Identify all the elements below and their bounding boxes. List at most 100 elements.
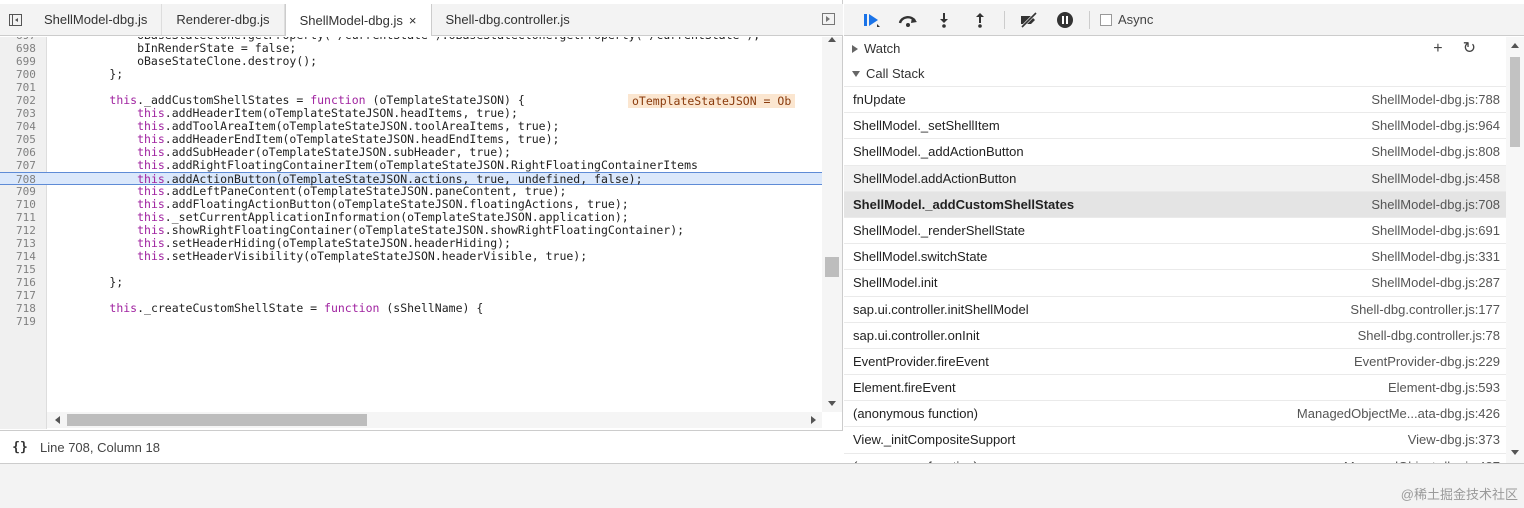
line-number[interactable]: 700: [16, 68, 36, 81]
frame-source-location[interactable]: ShellModel-dbg.js:808: [1371, 139, 1500, 165]
scroll-down-icon[interactable]: [1511, 450, 1519, 455]
sources-editor-panel: ShellModel-dbg.js Renderer-dbg.js ShellM…: [0, 0, 843, 463]
line-number[interactable]: 713: [16, 237, 36, 250]
code-line[interactable]: 716 };: [0, 276, 822, 290]
async-checkbox[interactable]: Async: [1100, 12, 1153, 27]
step-into-button[interactable]: [926, 8, 962, 32]
code-line[interactable]: 700 };: [0, 68, 822, 82]
tab-shellmodel-dbg-1[interactable]: ShellModel-dbg.js: [30, 4, 163, 35]
refresh-icon[interactable]: ↻: [1463, 37, 1476, 61]
frame-source-location[interactable]: ShellModel-dbg.js:964: [1371, 113, 1500, 139]
call-stack-section-header[interactable]: Call Stack: [844, 62, 1506, 86]
line-number[interactable]: 704: [16, 120, 36, 133]
call-stack-frame[interactable]: (anonymous function) ManagedObject-dbg.js…: [844, 452, 1506, 463]
frame-source-location[interactable]: View-dbg.js:373: [1408, 427, 1500, 453]
code-line[interactable]: 699 oBaseStateClone.destroy();: [0, 55, 822, 69]
line-number[interactable]: 705: [16, 133, 36, 146]
line-number[interactable]: 712: [16, 224, 36, 237]
frame-source-location[interactable]: ManagedObject-dbg.js:487: [1344, 454, 1500, 463]
frame-function-name: EventProvider.fireEvent: [853, 353, 989, 369]
call-stack-frame[interactable]: ShellModel.switchState ShellModel-dbg.js:…: [844, 243, 1506, 269]
line-number[interactable]: 716: [16, 276, 36, 289]
call-stack-frame[interactable]: (anonymous function) ManagedObjectMe...at…: [844, 400, 1506, 426]
scroll-up-icon[interactable]: [1511, 43, 1519, 48]
code-vertical-scrollbar[interactable]: [822, 37, 842, 412]
call-stack-frame[interactable]: EventProvider.fireEvent EventProvider-dbg…: [844, 347, 1506, 375]
call-stack-frame[interactable]: View._initCompositeSupport View-dbg.js:37…: [844, 426, 1506, 452]
line-number[interactable]: 718: [16, 302, 36, 315]
line-number[interactable]: 717: [16, 289, 36, 302]
code-editor[interactable]: 697 oBaseStateClone.getProperty("/curren…: [0, 37, 843, 429]
frame-function-name: ShellModel.init: [853, 275, 938, 291]
call-stack-frame[interactable]: sap.ui.controller.onInit Shell-dbg.contro…: [844, 321, 1506, 349]
resume-button[interactable]: [854, 8, 890, 32]
code-line[interactable]: 707 this.addRightFloatingContainerItem(o…: [0, 158, 822, 173]
scroll-left-icon[interactable]: [55, 416, 60, 424]
close-tab-icon[interactable]: ×: [409, 13, 417, 28]
frame-source-location[interactable]: Shell-dbg.controller.js:78: [1358, 323, 1500, 349]
line-number[interactable]: 715: [16, 263, 36, 276]
code-text: this.setHeaderVisibility(oTemplateStateJ…: [54, 250, 587, 263]
frame-source-location[interactable]: ShellModel-dbg.js:458: [1371, 166, 1500, 192]
pretty-print-button[interactable]: {}: [0, 440, 40, 455]
scroll-up-icon[interactable]: [828, 37, 836, 42]
step-over-button[interactable]: [890, 8, 926, 32]
call-stack-frame[interactable]: ShellModel._renderShellState ShellModel-d…: [844, 216, 1506, 244]
line-number[interactable]: 701: [16, 81, 36, 94]
step-out-button[interactable]: [962, 8, 998, 32]
scroll-down-icon[interactable]: [828, 401, 836, 406]
pause-on-exceptions-button[interactable]: [1047, 8, 1083, 32]
line-number[interactable]: 711: [16, 211, 36, 224]
sidebar-vertical-scrollbar[interactable]: [1506, 37, 1524, 463]
deactivate-breakpoints-button[interactable]: [1011, 8, 1047, 32]
watch-section-header[interactable]: Watch + ↻: [844, 37, 1506, 61]
line-number[interactable]: 706: [16, 146, 36, 159]
line-number[interactable]: 719: [16, 315, 36, 328]
tab-shell-dbg-controller[interactable]: Shell-dbg.controller.js: [432, 4, 584, 35]
add-watch-icon[interactable]: +: [1433, 37, 1442, 61]
code-line[interactable]: 715: [0, 263, 822, 276]
call-stack-frame[interactable]: ShellModel._addActionButton ShellModel-db…: [844, 138, 1506, 164]
line-number[interactable]: 710: [16, 198, 36, 211]
call-stack-frame[interactable]: sap.ui.controller.initShellModel Shell-db…: [844, 295, 1506, 323]
line-number[interactable]: 703: [16, 107, 36, 120]
line-number[interactable]: 699: [16, 55, 36, 68]
debugger-toggle-icon[interactable]: [822, 13, 835, 25]
call-stack-frame[interactable]: Element.fireEvent Element-dbg.js:593: [844, 374, 1506, 400]
frame-source-location[interactable]: ShellModel-dbg.js:691: [1371, 218, 1500, 244]
frame-source-location[interactable]: ShellModel-dbg.js:287: [1371, 270, 1500, 296]
frame-source-location[interactable]: Element-dbg.js:593: [1388, 375, 1500, 401]
frame-source-location[interactable]: ShellModel-dbg.js:331: [1371, 244, 1500, 270]
call-stack-frame[interactable]: ShellModel.addActionButton ShellModel-dbg…: [844, 164, 1506, 192]
async-checkbox-box[interactable]: [1100, 13, 1112, 26]
line-number[interactable]: 714: [16, 250, 36, 263]
frame-source-location[interactable]: ShellModel-dbg.js:708: [1371, 192, 1500, 218]
frame-source-location[interactable]: Shell-dbg.controller.js:177: [1350, 297, 1500, 323]
line-number[interactable]: 698: [16, 42, 36, 55]
scroll-thumb[interactable]: [1510, 57, 1520, 147]
scroll-right-icon[interactable]: [811, 416, 816, 424]
frame-source-location[interactable]: ManagedObjectMe...ata-dbg.js:426: [1297, 401, 1500, 427]
line-number[interactable]: 709: [16, 185, 36, 198]
code-horizontal-scrollbar[interactable]: [47, 412, 822, 428]
call-stack-frame[interactable]: ShellModel._setShellItem ShellModel-dbg.j…: [844, 112, 1506, 138]
frame-source-location[interactable]: ShellModel-dbg.js:788: [1371, 87, 1500, 113]
frame-source-location[interactable]: EventProvider-dbg.js:229: [1354, 349, 1500, 375]
tab-renderer-dbg[interactable]: Renderer-dbg.js: [162, 4, 285, 35]
code-line[interactable]: 714 this.setHeaderVisibility(oTemplateSt…: [0, 250, 822, 264]
line-number[interactable]: 707: [16, 159, 36, 172]
navigator-toggle-button[interactable]: [0, 4, 30, 35]
tab-shellmodel-dbg-active[interactable]: ShellModel-dbg.js ×: [284, 4, 432, 36]
call-stack-frame[interactable]: ShellModel.init ShellModel-dbg.js:287: [844, 269, 1506, 295]
keyword-token: function: [324, 301, 380, 315]
code-line[interactable]: 719: [0, 315, 822, 328]
call-stack-frame[interactable]: ShellModel._addCustomShellStates ShellMod…: [844, 190, 1506, 218]
scroll-thumb[interactable]: [825, 257, 839, 277]
call-stack-frame[interactable]: fnUpdate ShellModel-dbg.js:788: [844, 86, 1506, 112]
scroll-thumb[interactable]: [67, 414, 367, 426]
line-number[interactable]: 702: [16, 94, 36, 107]
code-token: .setHeaderVisibility(oTemplateStateJSON.…: [164, 249, 588, 263]
code-line[interactable]: 718 this._createCustomShellState = funct…: [0, 301, 822, 316]
